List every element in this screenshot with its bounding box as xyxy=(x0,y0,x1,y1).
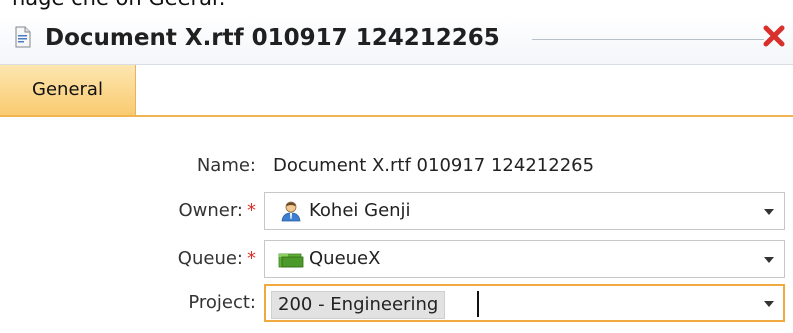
close-icon[interactable] xyxy=(759,21,789,51)
project-token[interactable]: 200 - Engineering xyxy=(271,291,446,319)
name-value: Document X.rtf 010917 124212265 xyxy=(273,155,595,176)
window-title: Document X.rtf 010917 124212265 xyxy=(45,25,500,51)
queue-dropdown[interactable]: QueueX xyxy=(264,240,785,278)
tab-bar: General xyxy=(0,65,793,117)
project-label: Project: xyxy=(188,292,256,313)
owner-dropdown[interactable]: Kohei Genji xyxy=(264,192,785,230)
chevron-down-icon[interactable] xyxy=(764,209,774,215)
document-icon xyxy=(15,26,31,48)
name-label: Name: xyxy=(196,155,256,176)
chevron-down-icon[interactable] xyxy=(764,257,774,263)
queue-label-text: Queue: xyxy=(177,248,243,269)
window-titlebar: Document X.rtf 010917 124212265 xyxy=(0,14,793,65)
queue-value: QueueX xyxy=(309,248,381,269)
user-icon xyxy=(281,201,301,222)
chevron-down-icon[interactable] xyxy=(764,301,774,307)
queue-required-marker: * xyxy=(247,248,256,269)
text-cursor xyxy=(477,291,479,317)
owner-value: Kohei Genji xyxy=(309,200,411,221)
owner-required-marker: * xyxy=(247,200,256,221)
queue-icon xyxy=(278,253,304,268)
tab-general[interactable]: General xyxy=(0,65,136,115)
project-combobox[interactable]: 200 - Engineering xyxy=(264,284,785,322)
title-divider xyxy=(532,39,764,40)
owner-label: Owner: * xyxy=(178,200,256,221)
partial-caption-text: nage cne on Geerar. xyxy=(12,0,225,10)
queue-label: Queue: * xyxy=(178,248,256,269)
owner-label-text: Owner: xyxy=(178,200,243,221)
